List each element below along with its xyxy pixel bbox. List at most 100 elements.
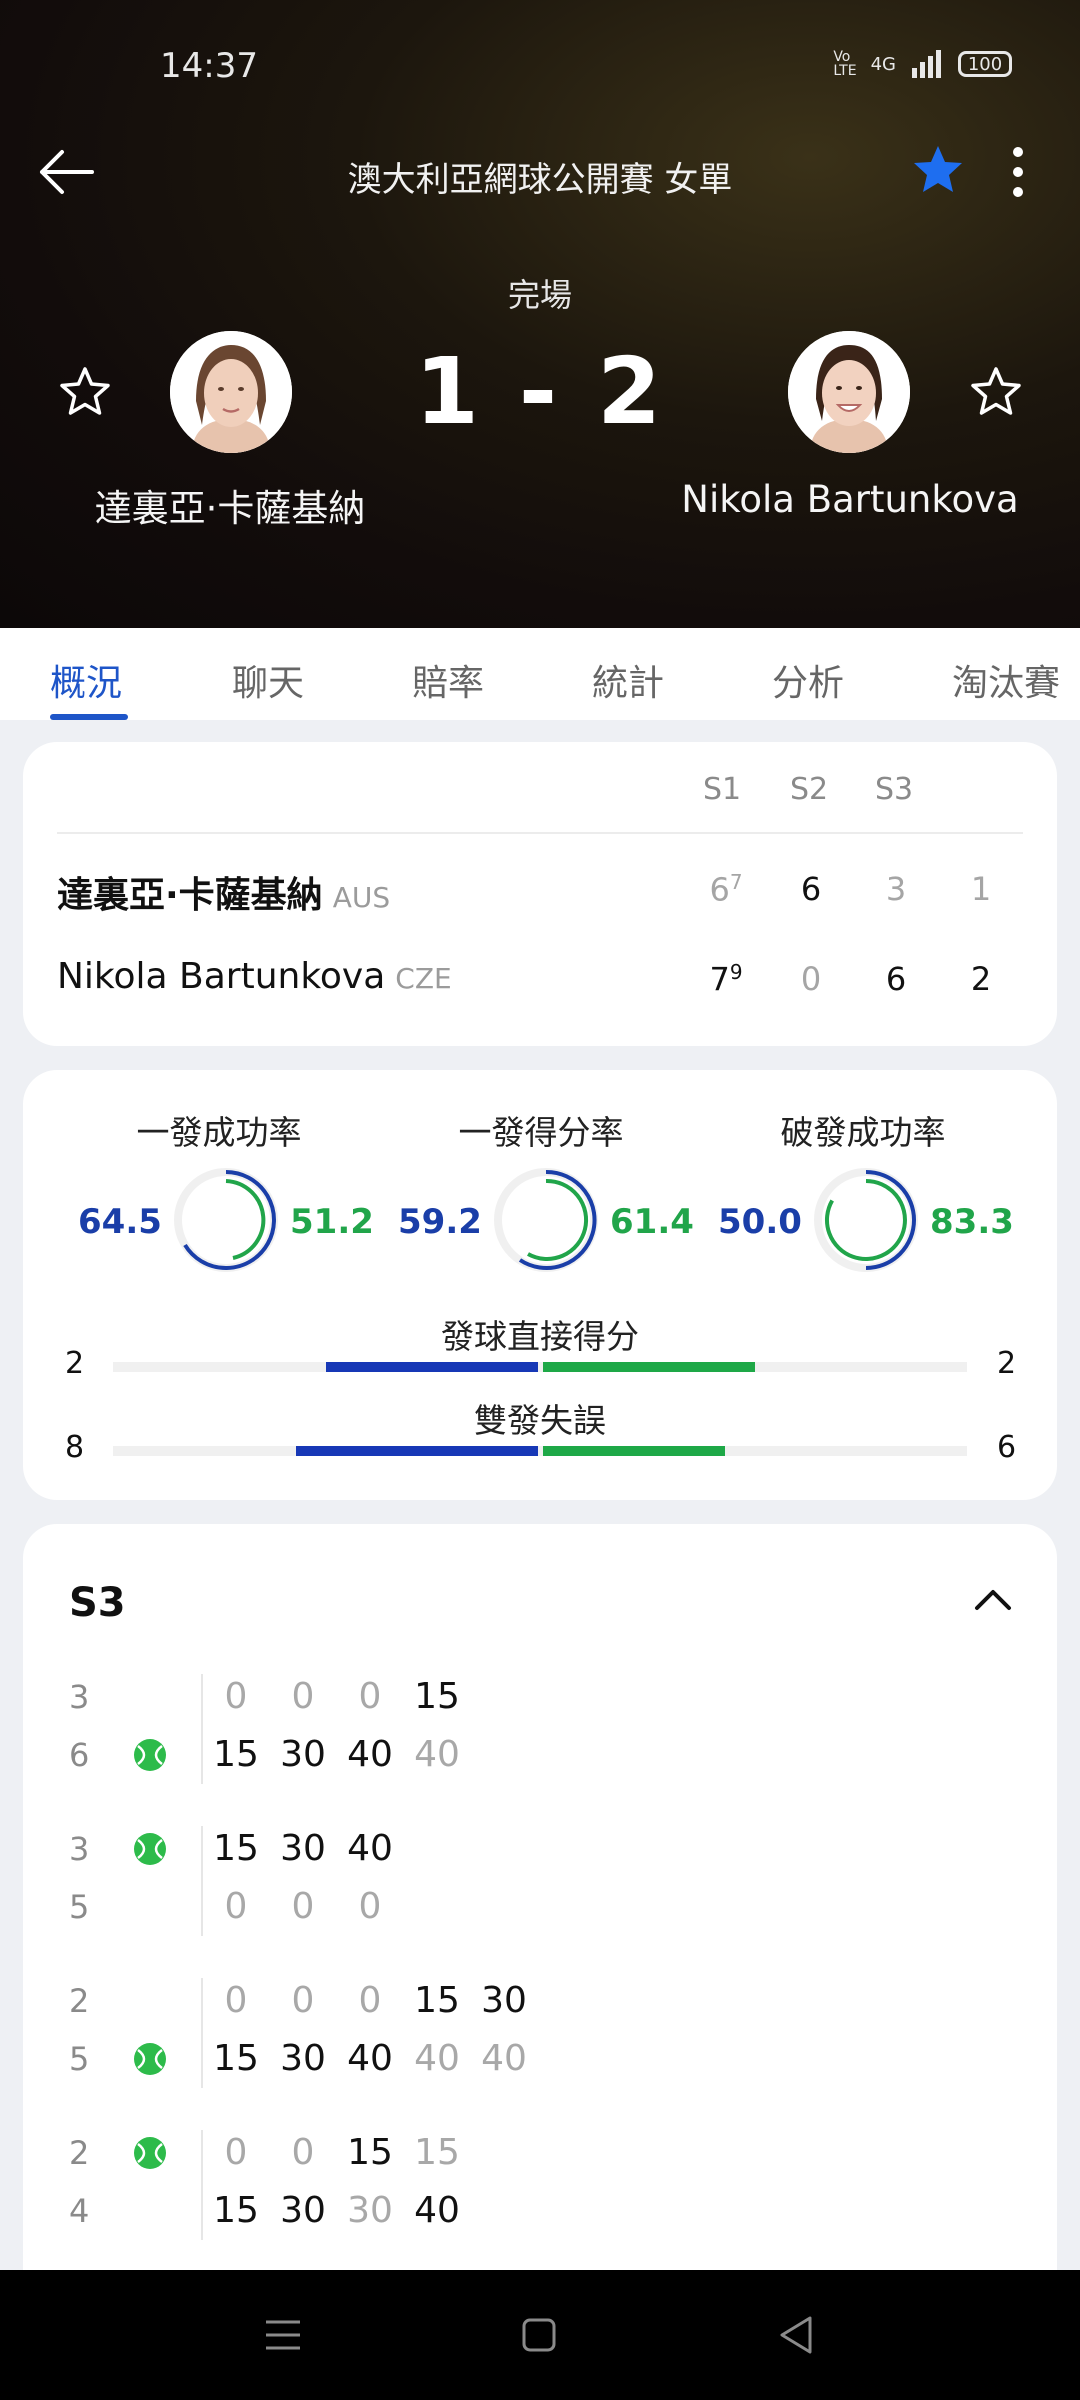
- point-score-top: 30: [280, 1828, 326, 1869]
- game-score-bottom: 5: [69, 2040, 90, 2078]
- point-score-top: 0: [291, 1980, 315, 2021]
- point-score-top: 0: [358, 1980, 382, 2021]
- p1-s1-score: 67: [709, 870, 743, 909]
- point-score-bottom: 15: [213, 2190, 259, 2231]
- point-score-top: 15: [414, 1676, 460, 1717]
- stat-3-right: 83.3: [930, 1202, 1014, 1242]
- set-header-s3: S3: [875, 772, 914, 807]
- set-header-s2: S2: [790, 772, 829, 807]
- game-divider: [201, 1674, 203, 1784]
- point-score-bottom: 30: [280, 2190, 326, 2231]
- point-score-bottom: 15: [213, 2038, 259, 2079]
- p2-s1-score: 79: [709, 960, 743, 999]
- tab-analysis[interactable]: 分析: [772, 654, 844, 706]
- game-score-top: 3: [69, 1678, 90, 1716]
- player-left-name[interactable]: 達裏亞·卡薩基納: [20, 478, 440, 532]
- match-header: 14:37 Vo LTE 4G 100 澳大利亞網球公開賽 女單 完場 1 - 2: [0, 0, 1080, 628]
- tab-chat[interactable]: 聊天: [232, 654, 304, 706]
- player-2-country: CZE: [395, 962, 452, 995]
- point-score-bottom: 40: [481, 2038, 527, 2079]
- tab-odds[interactable]: 賠率: [412, 654, 484, 706]
- network-label: 4G: [870, 53, 896, 75]
- tab-knockout[interactable]: 淘汰賽: [952, 654, 1060, 706]
- point-score-bottom: 40: [414, 1734, 460, 1775]
- system-nav-bar: [0, 2270, 1080, 2400]
- point-score-bottom: 15: [213, 1734, 259, 1775]
- p1-s3-score: 3: [885, 870, 907, 908]
- point-score-bottom: 0: [358, 1886, 382, 1927]
- point-score-bottom: 40: [347, 1734, 393, 1775]
- status-time: 14:37: [160, 46, 258, 86]
- stat-3-ring: [814, 1168, 918, 1272]
- game-score-top: 2: [69, 1982, 90, 2020]
- back-icon[interactable]: [772, 2310, 822, 2360]
- game-divider: [201, 1826, 203, 1936]
- follow-player-left-star-icon[interactable]: [57, 364, 113, 420]
- game-score-top: 2: [69, 2134, 90, 2172]
- tab-stats[interactable]: 統計: [592, 654, 664, 706]
- stat-2-right: 61.4: [610, 1202, 694, 1242]
- point-score-top: 40: [347, 1828, 393, 1869]
- point-score-bottom: 0: [291, 1886, 315, 1927]
- stat-2-ring: [494, 1168, 598, 1272]
- stat-label-first-serve-in: 一發成功率: [136, 1113, 302, 1152]
- tab-overview[interactable]: 概況: [50, 654, 122, 706]
- game-score-top: 3: [69, 1830, 90, 1868]
- battery-icon: 100: [958, 51, 1012, 77]
- tennis-ball-serve-icon: [134, 2043, 166, 2075]
- point-score-bottom: 40: [347, 2038, 393, 2079]
- point-score-bottom: 30: [280, 2038, 326, 2079]
- point-score-bottom: 40: [414, 2038, 460, 2079]
- home-icon[interactable]: [514, 2310, 564, 2360]
- point-score-top: 0: [291, 1676, 315, 1717]
- scoreboard-player-1: 達裏亞·卡薩基納 AUS: [57, 866, 390, 918]
- player-right-avatar[interactable]: [788, 331, 910, 453]
- point-score-bottom: 30: [347, 2190, 393, 2231]
- double-faults-bar-right: [543, 1446, 725, 1456]
- stat-2-left: 59.2: [398, 1202, 482, 1242]
- favorite-star-icon[interactable]: [910, 142, 966, 198]
- point-score-top: 0: [224, 1676, 248, 1717]
- player-1-country: AUS: [332, 881, 391, 914]
- point-score-top: 15: [414, 1980, 460, 2021]
- point-score-top: 0: [291, 2132, 315, 2173]
- point-score-top: 15: [347, 2132, 393, 2173]
- active-tab-indicator: [50, 714, 128, 720]
- tennis-ball-serve-icon: [134, 1739, 166, 1771]
- point-score-top: 15: [213, 1828, 259, 1869]
- stat-1-right: 51.2: [290, 1202, 374, 1242]
- stat-3-left: 50.0: [718, 1202, 802, 1242]
- double-faults-bar-left: [296, 1446, 538, 1456]
- chevron-up-icon[interactable]: [973, 1584, 1013, 1614]
- bar-label-aces: 發球直接得分: [441, 1317, 639, 1356]
- player-right-name[interactable]: Nikola Bartunkova: [640, 478, 1060, 521]
- aces-bar-track: [113, 1362, 967, 1372]
- aces-bar-right: [543, 1362, 755, 1372]
- point-score-top: 15: [414, 2132, 460, 2173]
- stat-label-first-serve-won: 一發得分率: [458, 1113, 624, 1152]
- volte-icon: Vo LTE: [833, 49, 857, 79]
- game-divider: [201, 2130, 203, 2240]
- tab-bar: 概況 聊天 賠率 統計 分析 淘汰賽: [0, 628, 1080, 720]
- point-score-bottom: 30: [280, 1734, 326, 1775]
- stat-1-ring: [174, 1168, 278, 1272]
- aces-right: 2: [997, 1346, 1017, 1381]
- more-menu-icon[interactable]: [1000, 144, 1036, 200]
- menu-icon[interactable]: [258, 2310, 308, 2360]
- set-header-s1: S1: [703, 772, 742, 807]
- follow-player-right-star-icon[interactable]: [968, 364, 1024, 420]
- game-score-bottom: 4: [69, 2192, 90, 2230]
- point-score-top: 0: [358, 1676, 382, 1717]
- signal-icon: [912, 50, 941, 78]
- player-left-avatar[interactable]: [170, 331, 292, 453]
- p2-s3-score: 6: [885, 960, 907, 998]
- point-score-top: 0: [224, 2132, 248, 2173]
- match-score: 1 - 2: [414, 338, 666, 445]
- tennis-ball-serve-icon: [134, 1833, 166, 1865]
- p1-s2-score: 6: [800, 870, 822, 908]
- p1-total-sets: 1: [970, 870, 992, 908]
- game-score-bottom: 6: [69, 1736, 90, 1774]
- set-detail-title: S3: [69, 1580, 126, 1626]
- point-score-top: 30: [481, 1980, 527, 2021]
- double-faults-left: 8: [65, 1430, 85, 1465]
